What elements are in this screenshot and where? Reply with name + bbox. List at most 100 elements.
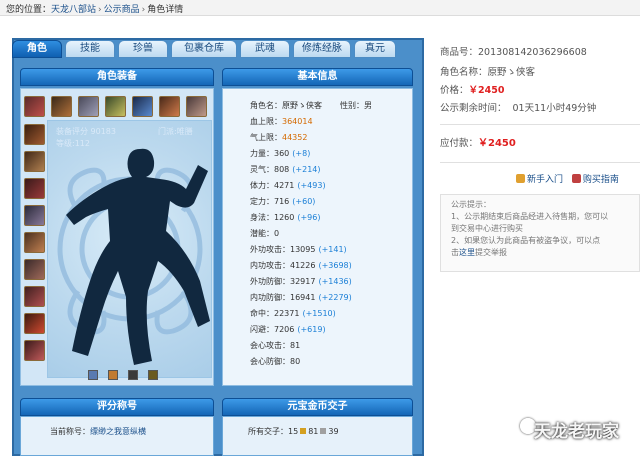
equip-slot[interactable] bbox=[24, 259, 45, 280]
stat-label: 会心攻击： bbox=[250, 341, 290, 350]
breadcrumb-current: 角色详情 bbox=[147, 5, 184, 15]
skill-icon[interactable] bbox=[88, 370, 98, 380]
notice-line-1: 1、公示期结束后商品经进入待售期，您可以 bbox=[451, 212, 609, 221]
equip-slot[interactable] bbox=[24, 313, 45, 334]
gold-value-a: 15 bbox=[288, 427, 299, 436]
equip-slot[interactable] bbox=[186, 96, 207, 117]
stat-row: 灵气：808 (+214) bbox=[250, 164, 321, 175]
tab-zhenyuan[interactable]: 真元 bbox=[354, 40, 396, 58]
product-pay-value: ￥2450 bbox=[478, 138, 516, 149]
equip-slot[interactable] bbox=[24, 205, 45, 226]
stat-row: 外功攻击：13095 (+141) bbox=[250, 244, 347, 255]
watermark-text: 天龙老玩家 bbox=[534, 422, 619, 442]
mp-label: 气上限： bbox=[250, 133, 282, 142]
stat-label: 定力： bbox=[250, 197, 274, 206]
product-role-value: 原野ゝ侠客 bbox=[487, 67, 536, 78]
stat-bonus: (+619) bbox=[297, 325, 326, 334]
tab-role[interactable]: 角色 bbox=[12, 40, 62, 58]
tab-skills[interactable]: 技能 bbox=[65, 40, 115, 58]
product-price-row: 价格：￥2450 bbox=[440, 82, 504, 96]
equip-slot[interactable] bbox=[51, 96, 72, 117]
stat-row: 定力：716 (+60) bbox=[250, 196, 315, 207]
character-tabs: 角色 技能 珍兽 包裹仓库 武魂 修炼经脉 真元 bbox=[12, 40, 399, 60]
tab-meridian[interactable]: 修炼经脉 bbox=[293, 40, 351, 58]
gold-panel-header: 元宝金币交子 bbox=[222, 398, 413, 416]
notice-line-4: 击这里提交举报 bbox=[451, 248, 507, 257]
stat-value: 41226 bbox=[290, 261, 316, 270]
breadcrumb-prefix: 您的位置： bbox=[6, 5, 52, 15]
equip-slot[interactable] bbox=[132, 96, 153, 117]
stat-row: 内功防御：16941 (+2279) bbox=[250, 292, 352, 303]
newbie-icon bbox=[516, 174, 525, 183]
equip-slot[interactable] bbox=[24, 124, 45, 145]
stat-label: 会心防御： bbox=[250, 357, 290, 366]
role-name-label: 角色名： bbox=[250, 101, 282, 110]
stat-bonus: (+214) bbox=[292, 165, 321, 174]
equip-slot[interactable] bbox=[105, 96, 126, 117]
stat-row: 内功攻击：41226 (+3698) bbox=[250, 260, 352, 271]
stat-row: 闪避：7206 (+619) bbox=[250, 324, 326, 335]
notice-title: 公示提示： bbox=[451, 200, 491, 209]
stat-bonus: (+141) bbox=[318, 245, 347, 254]
stat-row: 身法：1260 (+96) bbox=[250, 212, 320, 223]
notice-line-4-tail: 提交举报 bbox=[475, 248, 507, 257]
stat-label: 力量： bbox=[250, 149, 274, 158]
stat-value: 22371 bbox=[274, 309, 300, 318]
tab-bag-warehouse[interactable]: 包裹仓库 bbox=[171, 40, 237, 58]
stat-value: 808 bbox=[274, 165, 290, 174]
divider bbox=[440, 162, 640, 163]
equip-slot[interactable] bbox=[24, 286, 45, 307]
product-remain-value: 01天11小时49分钟 bbox=[512, 103, 597, 114]
notice-line-3: 2、如果您认为此商品有被盗争议，可以点 bbox=[451, 236, 601, 245]
notice-box: 公示提示： 1、公示期结束后商品经进入待售期，您可以 到交易中心进行购买 2、如… bbox=[440, 194, 640, 272]
stat-value: 4271 bbox=[274, 181, 295, 190]
gold-row: 所有交子：15 81 39 bbox=[248, 426, 339, 437]
breadcrumb-site-link[interactable]: 天龙八部站 bbox=[51, 5, 96, 15]
level-label: 等级:112 bbox=[56, 139, 90, 148]
equip-slot[interactable] bbox=[24, 96, 45, 117]
equip-slot[interactable] bbox=[24, 340, 45, 361]
stat-row: 力量：360 (+8) bbox=[250, 148, 310, 159]
tab-wuhun[interactable]: 武魂 bbox=[240, 40, 290, 58]
silver-icon bbox=[320, 428, 327, 434]
hp-row: 血上限：364014 bbox=[250, 116, 313, 127]
breadcrumb-separator: › bbox=[98, 5, 102, 15]
stat-row: 潜能：0 bbox=[250, 228, 282, 239]
equip-slot[interactable] bbox=[159, 96, 180, 117]
guide-link[interactable]: 购买指南 bbox=[583, 175, 619, 185]
breadcrumb-separator: › bbox=[141, 5, 146, 15]
skill-icon[interactable] bbox=[148, 370, 158, 380]
hp-label: 血上限： bbox=[250, 117, 282, 126]
stat-label: 闪避： bbox=[250, 325, 274, 334]
stat-label: 外功防御： bbox=[250, 277, 290, 286]
breadcrumb-listing-link[interactable]: 公示商品 bbox=[104, 5, 140, 15]
stat-value: 0 bbox=[274, 229, 280, 238]
stat-bonus: (+493) bbox=[297, 181, 326, 190]
stat-value: 7206 bbox=[274, 325, 295, 334]
breadcrumb: 您的位置：天龙八部站 › 公示商品 › 角色详情 bbox=[0, 0, 640, 16]
skill-icon[interactable] bbox=[108, 370, 118, 380]
equip-score: 装备评分 90183 bbox=[56, 127, 116, 136]
tab-pets[interactable]: 珍兽 bbox=[118, 40, 168, 58]
product-price-value: ￥2450 bbox=[468, 85, 505, 96]
role-name-value: 原野ゝ侠客 bbox=[282, 101, 322, 110]
product-remain-row: 公示剩余时间： 01天11小时49分钟 bbox=[440, 100, 596, 114]
equip-slot[interactable] bbox=[78, 96, 99, 117]
product-id-value: 201308142036296608 bbox=[478, 47, 587, 58]
equip-slot[interactable] bbox=[24, 232, 45, 253]
product-pay-label: 应付款： bbox=[440, 138, 479, 149]
gold-icon bbox=[300, 428, 307, 434]
stat-label: 体力： bbox=[250, 181, 274, 190]
skill-icon[interactable] bbox=[128, 370, 138, 380]
stat-label: 内功攻击： bbox=[250, 261, 290, 270]
stat-value: 81 bbox=[290, 341, 301, 350]
stat-bonus: (+1436) bbox=[318, 277, 352, 286]
equip-slot[interactable] bbox=[24, 178, 45, 199]
skill-icons bbox=[88, 370, 168, 380]
product-price-label: 价格： bbox=[440, 85, 469, 96]
equip-slot[interactable] bbox=[24, 151, 45, 172]
report-link[interactable]: 这里 bbox=[459, 248, 475, 257]
newbie-link[interactable]: 新手入门 bbox=[527, 175, 563, 185]
stat-row: 会心攻击：81 bbox=[250, 340, 303, 351]
stat-value: 1260 bbox=[274, 213, 295, 222]
